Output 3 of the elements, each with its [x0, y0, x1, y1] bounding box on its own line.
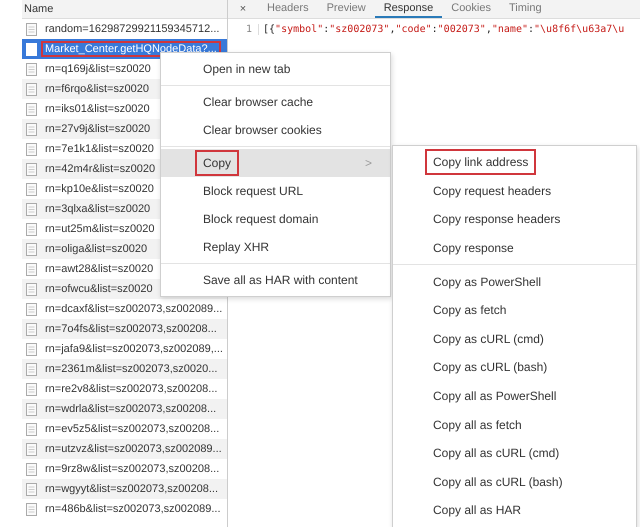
response-code: [{"symbol":"sz002073","code":"002073","name":"\u8f6f\u63a7\u [262, 24, 624, 34]
line-number: 1 [228, 24, 259, 34]
chevron-icon: > [364, 156, 372, 170]
